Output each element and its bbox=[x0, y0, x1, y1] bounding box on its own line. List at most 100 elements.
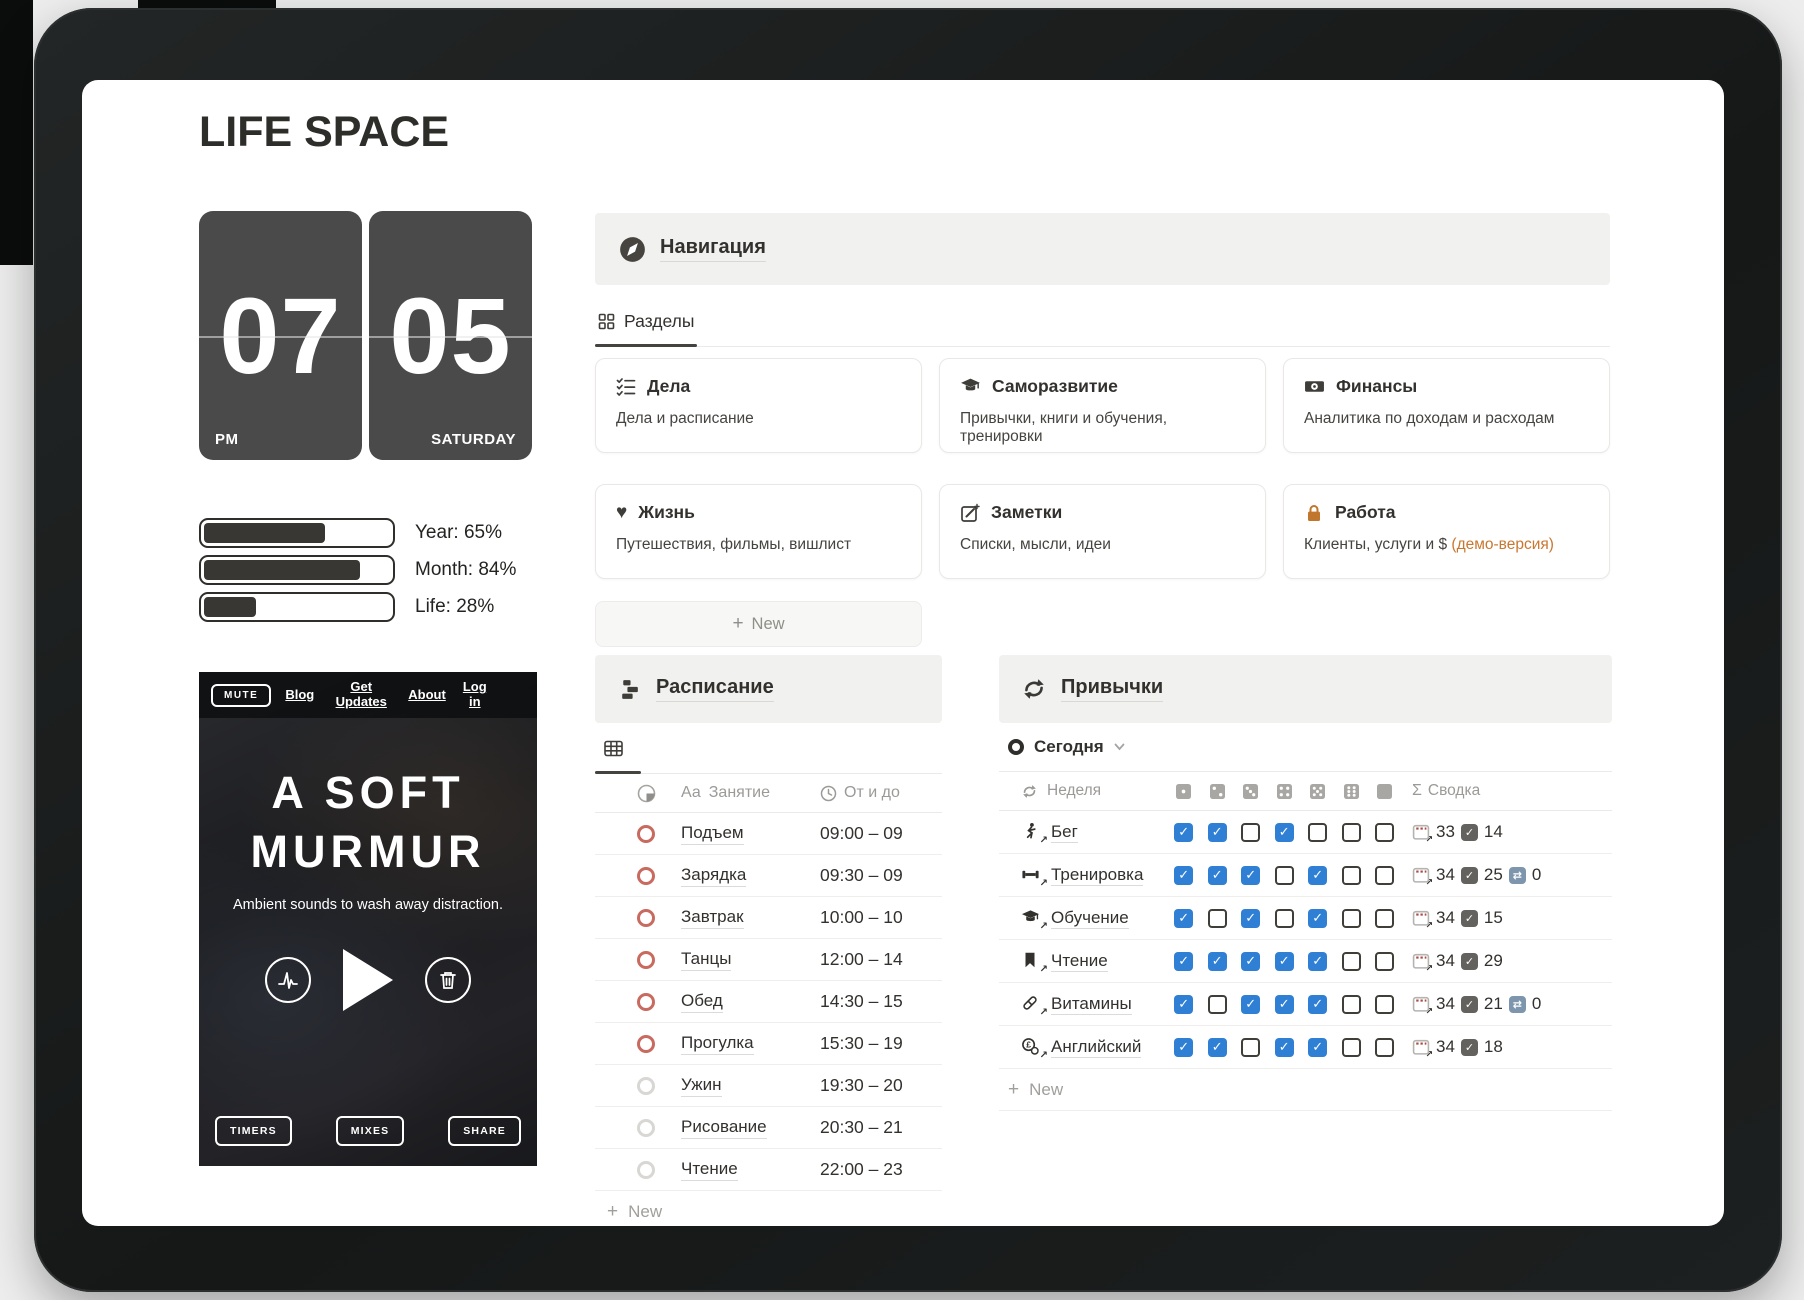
column-header-time[interactable]: От и до bbox=[820, 784, 942, 802]
dice-6-icon[interactable] bbox=[1335, 784, 1369, 799]
day-checkbox[interactable] bbox=[1308, 909, 1327, 928]
habit-row[interactable]: Обучение 34 15 bbox=[999, 897, 1612, 940]
column-header-week[interactable]: Неделя bbox=[1021, 782, 1167, 800]
day-checkbox[interactable] bbox=[1308, 866, 1327, 885]
status-ring[interactable] bbox=[637, 909, 655, 927]
schedule-row[interactable]: Подъем 09:00 – 09 bbox=[595, 813, 942, 855]
day-checkbox[interactable] bbox=[1241, 823, 1260, 842]
habit-row[interactable]: Витамины 34 21 bbox=[999, 983, 1612, 1026]
schedule-item-link[interactable]: Рисование bbox=[681, 1117, 767, 1139]
schedule-row[interactable]: Ужин 19:30 – 20 bbox=[595, 1065, 942, 1107]
mixes-button[interactable]: MIXES bbox=[336, 1116, 405, 1146]
habit-row[interactable]: Бег 33 14 bbox=[999, 811, 1612, 854]
card-rabota[interactable]: Работа Клиенты, услуги и $ (демо-версия) bbox=[1283, 484, 1610, 579]
habit-link[interactable]: Английский bbox=[1051, 1037, 1141, 1058]
schedule-row[interactable]: Танцы 12:00 – 14 bbox=[595, 939, 942, 981]
schedule-item-link[interactable]: Подъем bbox=[681, 823, 744, 845]
column-header-summary[interactable]: Σ Сводка bbox=[1412, 782, 1480, 800]
habit-link[interactable]: Тренировка bbox=[1051, 865, 1143, 886]
card-dela[interactable]: Дела Дела и расписание bbox=[595, 358, 922, 453]
habit-row[interactable]: £ Английский 34 bbox=[999, 1026, 1612, 1069]
tab-razdely[interactable]: Разделы bbox=[595, 296, 697, 346]
day-checkbox[interactable] bbox=[1375, 823, 1394, 842]
day-checkbox[interactable] bbox=[1308, 952, 1327, 971]
day-checkbox[interactable] bbox=[1308, 1038, 1327, 1057]
dice-2-icon[interactable] bbox=[1201, 784, 1235, 799]
day-checkbox[interactable] bbox=[1275, 823, 1294, 842]
day-checkbox[interactable] bbox=[1241, 952, 1260, 971]
schedule-row[interactable]: Рисование 20:30 – 21 bbox=[595, 1107, 942, 1149]
day-checkbox[interactable] bbox=[1241, 909, 1260, 928]
day-checkbox[interactable] bbox=[1275, 995, 1294, 1014]
day-checkbox[interactable] bbox=[1241, 995, 1260, 1014]
day-checkbox[interactable] bbox=[1375, 1038, 1394, 1057]
day-checkbox[interactable] bbox=[1174, 952, 1193, 971]
play-button[interactable] bbox=[343, 949, 393, 1011]
trash-icon[interactable] bbox=[425, 957, 471, 1003]
day-checkbox[interactable] bbox=[1174, 995, 1193, 1014]
new-section-button[interactable]: New bbox=[595, 601, 922, 647]
day-checkbox[interactable] bbox=[1375, 909, 1394, 928]
blog-link[interactable]: Blog bbox=[285, 688, 314, 703]
status-ring[interactable] bbox=[637, 1035, 655, 1053]
mute-button[interactable]: MUTE bbox=[211, 684, 271, 707]
waveform-icon[interactable] bbox=[265, 957, 311, 1003]
habit-link[interactable]: Обучение bbox=[1051, 908, 1129, 929]
card-finansy[interactable]: Финансы Аналитика по доходам и расходам bbox=[1283, 358, 1610, 453]
status-ring[interactable] bbox=[637, 951, 655, 969]
about-link[interactable]: About bbox=[408, 688, 446, 703]
schedule-row[interactable]: Завтрак 10:00 – 10 bbox=[595, 897, 942, 939]
schedule-item-link[interactable]: Ужин bbox=[681, 1075, 722, 1097]
habit-row[interactable]: Чтение 34 29 bbox=[999, 940, 1612, 983]
dice-1-icon[interactable] bbox=[1167, 784, 1201, 799]
new-habit-row-button[interactable]: New bbox=[999, 1069, 1612, 1111]
schedule-item-link[interactable]: Чтение bbox=[681, 1159, 738, 1181]
day-checkbox[interactable] bbox=[1208, 952, 1227, 971]
day-checkbox[interactable] bbox=[1174, 823, 1193, 842]
schedule-row[interactable]: Чтение 22:00 – 23 bbox=[595, 1149, 942, 1191]
new-schedule-row-button[interactable]: New bbox=[595, 1191, 942, 1226]
day-checkbox[interactable] bbox=[1342, 995, 1361, 1014]
day-checkbox[interactable] bbox=[1342, 909, 1361, 928]
day-checkbox[interactable] bbox=[1375, 866, 1394, 885]
day-checkbox[interactable] bbox=[1174, 909, 1193, 928]
day-checkbox[interactable] bbox=[1275, 909, 1294, 928]
dice-5-icon[interactable] bbox=[1301, 784, 1335, 799]
dice-4-icon[interactable] bbox=[1268, 784, 1302, 799]
status-ring[interactable] bbox=[637, 1077, 655, 1095]
day-checkbox[interactable] bbox=[1275, 952, 1294, 971]
schedule-item-link[interactable]: Обед bbox=[681, 991, 723, 1013]
day-checkbox[interactable] bbox=[1342, 866, 1361, 885]
status-ring[interactable] bbox=[637, 1161, 655, 1179]
day-checkbox[interactable] bbox=[1174, 866, 1193, 885]
schedule-item-link[interactable]: Зарядка bbox=[681, 865, 746, 887]
day-checkbox[interactable] bbox=[1342, 952, 1361, 971]
day-checkbox[interactable] bbox=[1208, 823, 1227, 842]
day-checkbox[interactable] bbox=[1275, 1038, 1294, 1057]
schedule-item-link[interactable]: Танцы bbox=[681, 949, 731, 971]
habit-link[interactable]: Чтение bbox=[1051, 951, 1108, 972]
get-updates-link[interactable]: Get Updates bbox=[328, 680, 394, 710]
navigation-section-banner[interactable]: Навигация bbox=[595, 213, 1610, 285]
habit-link[interactable]: Витамины bbox=[1051, 994, 1132, 1015]
day-checkbox[interactable] bbox=[1208, 995, 1227, 1014]
table-view-icon[interactable] bbox=[604, 740, 623, 757]
day-checkbox[interactable] bbox=[1241, 1038, 1260, 1057]
habit-link[interactable]: Бег bbox=[1051, 822, 1078, 843]
log-in-link[interactable]: Log in bbox=[460, 680, 490, 710]
dice-3-icon[interactable] bbox=[1234, 784, 1268, 799]
share-button[interactable]: SHARE bbox=[448, 1116, 521, 1146]
card-zametki[interactable]: Заметки Списки, мысли, идеи bbox=[939, 484, 1266, 579]
habits-section-banner[interactable]: Привычки bbox=[999, 655, 1612, 723]
card-zhizn[interactable]: ♥ Жизнь Путешествия, фильмы, вишлист bbox=[595, 484, 922, 579]
schedule-row[interactable]: Обед 14:30 – 15 bbox=[595, 981, 942, 1023]
timers-button[interactable]: TIMERS bbox=[215, 1116, 292, 1146]
day-checkbox[interactable] bbox=[1174, 1038, 1193, 1057]
day-checkbox[interactable] bbox=[1208, 1038, 1227, 1057]
day-checkbox[interactable] bbox=[1342, 823, 1361, 842]
column-header-name[interactable]: Аа Занятие bbox=[681, 784, 770, 802]
day-checkbox[interactable] bbox=[1241, 866, 1260, 885]
day-checkbox[interactable] bbox=[1275, 866, 1294, 885]
day-checkbox[interactable] bbox=[1375, 995, 1394, 1014]
habit-row[interactable]: Тренировка 34 2 bbox=[999, 854, 1612, 897]
